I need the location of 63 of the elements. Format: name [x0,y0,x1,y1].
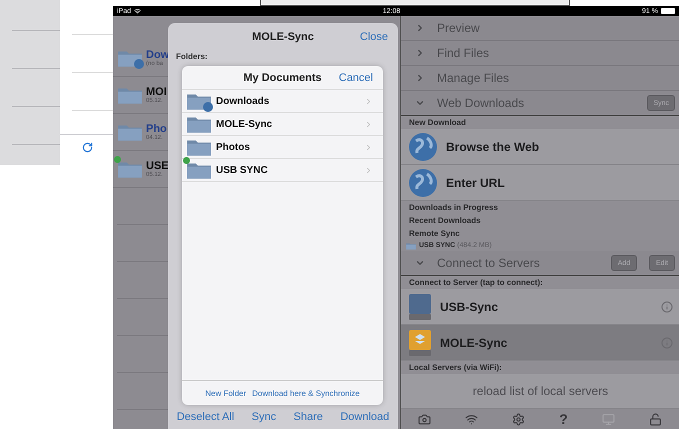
chevron-icon [364,120,373,128]
section-title: Find Files [437,46,490,60]
section-title: Preview [437,21,481,35]
globe-icon [408,132,438,162]
folder-name: MOLE-Sync [216,118,274,130]
row-label: Enter URL [446,176,506,190]
refresh-icon[interactable] [82,142,93,153]
toolbar-button[interactable]: Deselect All [174,411,236,423]
folder-name: Pho [146,122,167,135]
section-header[interactable]: Find Files [401,41,679,66]
settings-icon[interactable] [512,412,526,426]
wifi-icon[interactable] [465,412,478,426]
toolbar-button[interactable]: Share [292,411,325,423]
folder-name: Downloads [216,96,270,106]
server-row[interactable]: MOLE-Sync [401,325,679,361]
reload-row[interactable]: reload list of local servers [401,374,679,409]
folder-name: USB SYNC [216,164,269,176]
folder-row[interactable]: Photos [182,136,383,159]
toolbar-button[interactable]: Sync [250,411,278,423]
chevron-icon [364,166,373,174]
globe-badge-icon [134,59,144,69]
action-link[interactable]: Download here & Synchronize [250,388,362,398]
menu-row[interactable]: Browse the Web [401,129,679,165]
row-label: Browse the Web [446,140,540,154]
folder-name: MOI [146,86,167,98]
sync-dot-icon [183,157,190,164]
globe-icon [408,168,438,198]
chevron-icon [364,142,373,152]
cancel-button[interactable]: Cancel [336,72,375,84]
folder-name: Photos [216,142,251,152]
action-link[interactable]: New Folder [203,388,248,398]
close-button[interactable]: Close [358,30,390,42]
server-row[interactable]: USB-Sync [401,289,679,325]
popover-title: MOLE-Sync [252,30,314,42]
folder-name: Dow [146,48,170,61]
folder-name: USE [146,160,169,172]
section-title: Connect to Servers [437,256,541,270]
section-title: Manage Files [437,71,510,85]
folder-row[interactable]: Downloads [182,90,383,113]
wifi-icon [134,8,142,14]
folder-row[interactable]: USB SYNC [182,159,383,182]
section-header[interactable]: Preview [401,16,679,41]
row-label: MOLE-Sync [440,336,508,350]
picker-title: My Documents [243,72,322,84]
section-label: Folders: [175,51,209,63]
toolbar-button[interactable]: Download [338,411,392,423]
camera-icon[interactable] [418,412,432,426]
folder-row[interactable]: MOLE-Sync [182,113,383,136]
help-icon[interactable]: ? [559,411,568,427]
sync-dot-icon [114,156,121,163]
info-icon[interactable] [661,300,673,312]
section-title: Web Downloads [437,96,526,110]
globe-badge-icon [203,102,213,112]
chevron-icon [364,96,373,106]
unlock-icon[interactable] [648,412,662,426]
battery-icon [660,8,675,14]
box-drive-icon [408,328,432,356]
row-label: USB-Sync [440,300,500,314]
small-folder-icon [405,242,417,250]
menu-row[interactable]: Enter URL [401,165,679,201]
reload-label: reload list of local servers [472,384,608,398]
section-header[interactable]: Manage Files [401,66,679,91]
drive-icon [408,292,432,320]
